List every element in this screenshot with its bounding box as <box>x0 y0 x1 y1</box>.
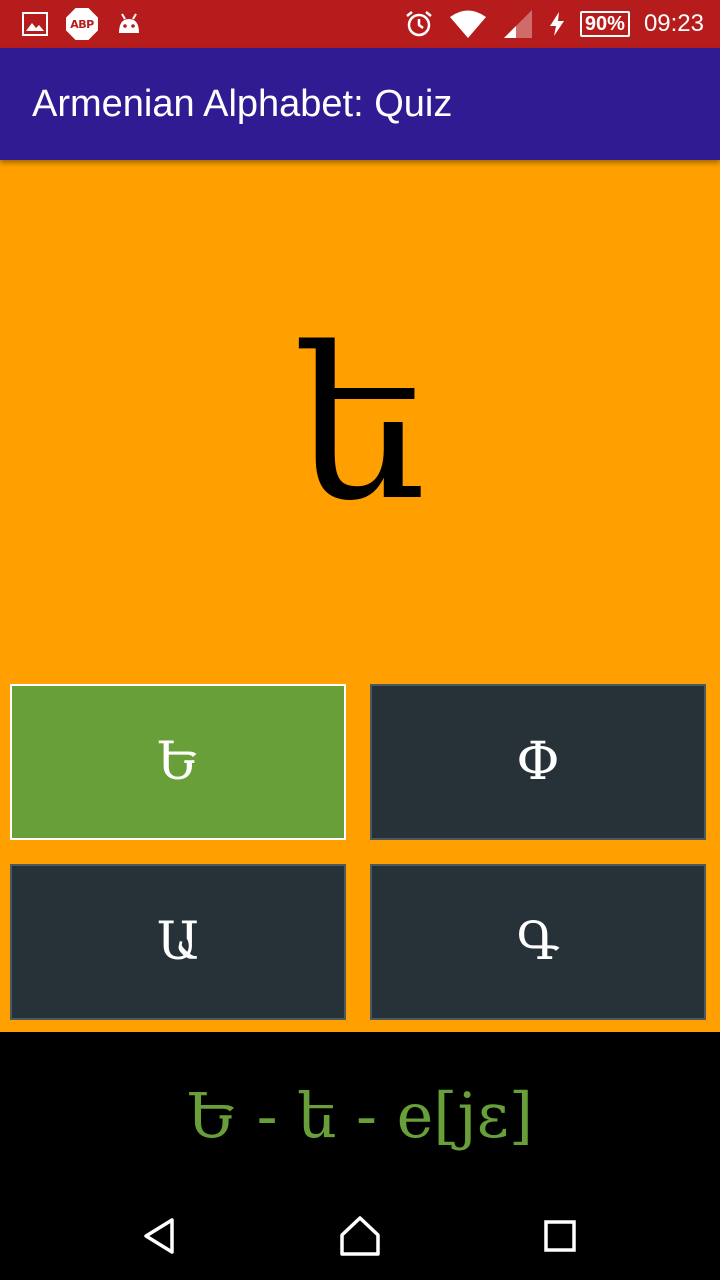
answer-button-2[interactable]: Փ <box>370 684 706 840</box>
recents-icon[interactable] <box>536 1212 584 1260</box>
quiz-area: ե Ե Փ Ա Գ <box>0 160 720 1032</box>
home-icon[interactable] <box>336 1212 384 1260</box>
screen: ABP 90% 09:23 Armenian Alphabet: Quiz ե … <box>0 0 720 1280</box>
wifi-icon <box>448 8 488 40</box>
app-title: Armenian Alphabet: Quiz <box>32 83 453 125</box>
image-icon <box>22 12 48 36</box>
status-left-icons: ABP <box>22 0 142 48</box>
question-letter: ե <box>294 302 426 547</box>
answer-button-3[interactable]: Ա <box>10 864 346 1020</box>
charging-icon <box>548 11 566 37</box>
answer-button-1[interactable]: Ե <box>10 684 346 840</box>
back-icon[interactable] <box>136 1212 184 1260</box>
status-bar: ABP 90% 09:23 <box>0 0 720 48</box>
alarm-icon <box>404 9 434 39</box>
signal-icon <box>502 8 534 40</box>
status-right-icons: 90% 09:23 <box>404 0 704 48</box>
app-bar: Armenian Alphabet: Quiz <box>0 48 720 160</box>
adblock-icon: ABP <box>66 8 98 40</box>
adblock-label: ABP <box>70 17 94 31</box>
android-icon <box>116 11 142 37</box>
clock: 09:23 <box>643 10 704 37</box>
result-text: Ե - ե - e[jɛ] <box>186 1079 534 1152</box>
result-bar: Ե - ե - e[jɛ] <box>0 1032 720 1192</box>
navigation-bar <box>0 1192 720 1280</box>
answer-button-4[interactable]: Գ <box>370 864 706 1020</box>
battery-level: 90% <box>579 11 630 37</box>
